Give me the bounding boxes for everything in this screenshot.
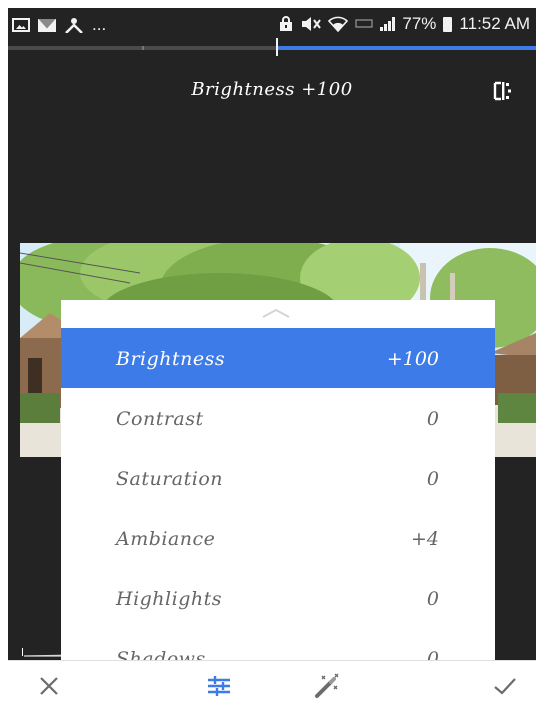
battery-percent: 77%: [402, 14, 437, 33]
notification-icons: ...: [12, 16, 106, 34]
more-notifications: ...: [92, 15, 107, 34]
adjustment-value: +4: [410, 528, 439, 550]
signal-icon: [380, 17, 396, 31]
bottom-toolbar: [8, 660, 536, 708]
adjustment-label: Saturation: [116, 468, 224, 490]
compare-split-icon[interactable]: [493, 81, 513, 101]
network-type-icon: [355, 19, 373, 28]
adjustment-label: Brightness: [116, 348, 226, 370]
adjustment-row-brightness[interactable]: Brightness +100: [61, 328, 495, 388]
adjustment-value: +100: [386, 348, 439, 370]
app-screen: ... 77% 11:52 AM Brightness +100 Brightn…: [8, 8, 536, 707]
lock-icon: [280, 16, 293, 31]
adjustment-value: 0: [426, 468, 439, 490]
mail-notification-icon: [38, 18, 56, 32]
adjustment-label: Contrast: [116, 408, 204, 430]
adjustment-row-saturation[interactable]: Saturation 0: [61, 448, 495, 508]
clock: 11:52 AM: [459, 14, 530, 33]
battery-icon: [443, 16, 453, 32]
mute-icon: [302, 17, 322, 31]
tune-sliders-icon[interactable]: [206, 673, 232, 699]
adjustment-row-ambiance[interactable]: Ambiance +4: [61, 508, 495, 568]
adjustment-track[interactable]: [8, 38, 536, 56]
adjustment-value: 0: [426, 588, 439, 610]
track-tick: [142, 46, 144, 50]
track-knob[interactable]: [276, 38, 278, 56]
adjustment-label: Ambiance: [116, 528, 216, 550]
panel-collapse-handle-icon[interactable]: [261, 308, 291, 318]
close-icon[interactable]: [36, 673, 62, 699]
person-notification-icon: [65, 18, 83, 33]
wifi-icon: [328, 16, 349, 32]
magic-wand-icon[interactable]: [314, 673, 340, 699]
adjustments-menu: Brightness +100 Contrast 0 Saturation 0 …: [61, 300, 495, 700]
adjustment-label: Highlights: [116, 588, 222, 610]
adjustment-title: Brightness +100: [191, 79, 353, 100]
status-bar: ... 77% 11:52 AM: [8, 8, 536, 42]
adjustment-row-contrast[interactable]: Contrast 0: [61, 388, 495, 448]
image-notification-icon: [12, 18, 30, 32]
adjustment-row-highlights[interactable]: Highlights 0: [61, 568, 495, 628]
track-fill: [278, 46, 536, 50]
adjustment-value: 0: [426, 408, 439, 430]
checkmark-icon[interactable]: [492, 673, 518, 699]
system-icons: 77% 11:52 AM: [278, 15, 530, 33]
